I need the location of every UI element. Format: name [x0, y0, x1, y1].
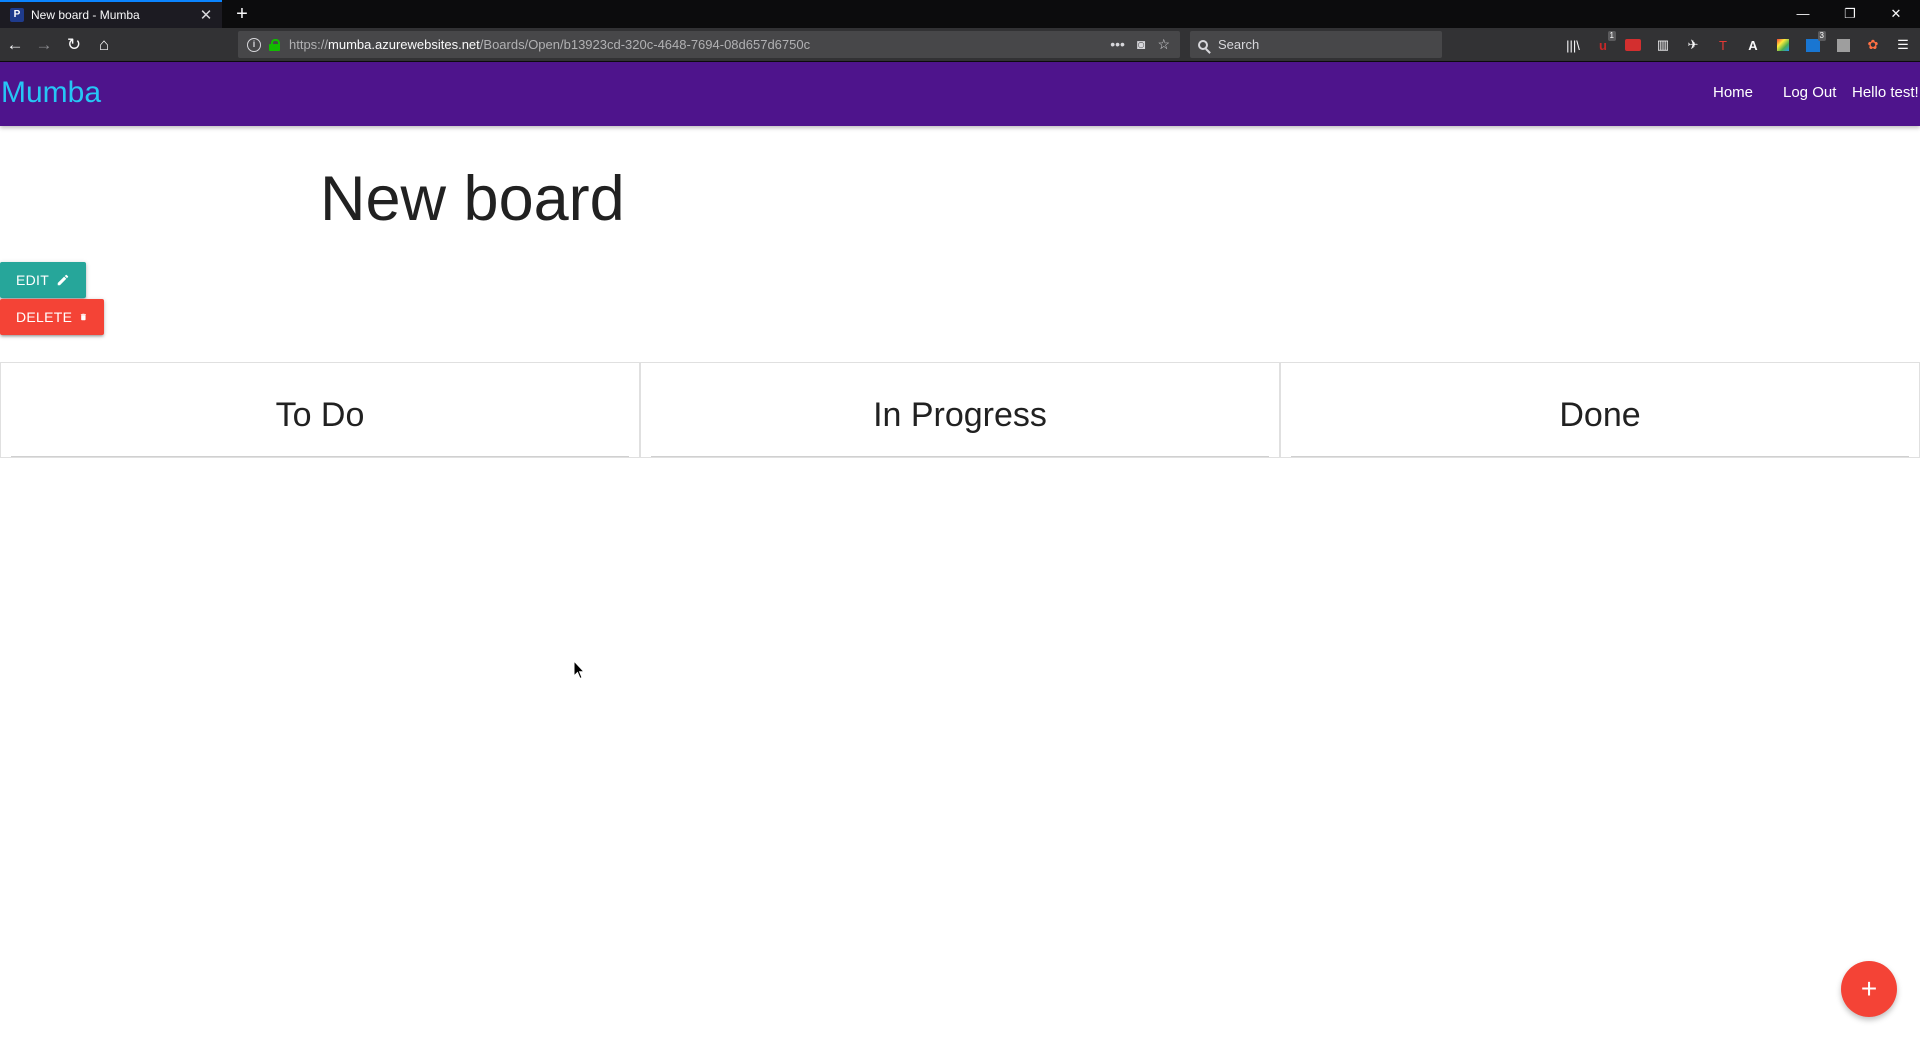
pencil-icon: [57, 274, 69, 286]
column-divider: [1291, 456, 1909, 457]
secure-lock-icon: [269, 38, 280, 51]
page-actions-menu-icon[interactable]: •••: [1110, 36, 1125, 53]
tab-close-icon[interactable]: ✕: [196, 6, 216, 24]
browser-navigation-bar: ← → ↻ ⌂ i https://mumba.azurewebsites.ne…: [0, 28, 1920, 62]
column-title: In Progress: [873, 395, 1047, 434]
browser-toolbar-icons: |||\ u1 ▥ ✈ T A 3 ✿ ☰: [1562, 31, 1914, 56]
back-arrow-icon[interactable]: ←: [2, 32, 28, 58]
outlook-extension-icon[interactable]: 3: [1802, 31, 1826, 56]
t-extension-icon[interactable]: T: [1712, 34, 1734, 56]
column-done: Done: [1280, 362, 1920, 458]
search-input[interactable]: Search: [1190, 31, 1442, 58]
library-icon[interactable]: |||\: [1562, 34, 1584, 56]
ublock-extension-icon[interactable]: u1: [1592, 31, 1616, 56]
home-icon[interactable]: ⌂: [91, 32, 117, 58]
site-favicon-icon: P: [10, 8, 24, 22]
column-divider: [651, 456, 1269, 457]
minimize-window-icon[interactable]: —: [1780, 0, 1826, 28]
restore-window-icon[interactable]: ❐: [1827, 0, 1873, 28]
nav-greeting-link[interactable]: Hello test!: [1852, 84, 1919, 101]
close-window-icon[interactable]: ✕: [1873, 0, 1919, 28]
page-title: New board: [320, 164, 625, 234]
new-tab-button[interactable]: +: [230, 2, 254, 26]
site-info-icon[interactable]: i: [247, 37, 261, 52]
column-in-progress: In Progress: [640, 362, 1280, 458]
delete-board-button[interactable]: DELETE: [0, 299, 104, 335]
mouse-cursor-icon: [573, 660, 585, 680]
brand-logo[interactable]: Mumba: [1, 76, 101, 110]
nav-home-link[interactable]: Home: [1713, 84, 1753, 101]
delete-button-label: DELETE: [16, 309, 73, 325]
tab-title: New board - Mumba: [31, 8, 140, 22]
url-text[interactable]: https://mumba.azurewebsites.net/Boards/O…: [289, 37, 1110, 52]
search-placeholder: Search: [1218, 37, 1260, 52]
hamburger-menu-icon[interactable]: ☰: [1892, 34, 1914, 56]
extension-icon[interactable]: ✈: [1682, 34, 1704, 56]
board-columns: To Do In Progress Done: [0, 362, 1920, 458]
browser-tab-strip: P New board - Mumba ✕ + — ❐ ✕: [0, 0, 1920, 28]
nav-logout-link[interactable]: Log Out: [1783, 84, 1836, 101]
column-title: To Do: [275, 395, 365, 434]
column-todo: To Do: [0, 362, 640, 458]
add-card-fab-button[interactable]: +: [1841, 961, 1897, 1017]
column-title: Done: [1559, 395, 1641, 434]
trash-icon: [81, 313, 87, 321]
edit-button-label: EDIT: [16, 272, 50, 288]
bookmark-star-icon[interactable]: ☆: [1157, 36, 1170, 53]
site-header: Mumba Home Log Out Hello test!: [0, 62, 1920, 126]
fox-extension-icon[interactable]: ✿: [1862, 34, 1884, 56]
pocket-icon[interactable]: ◙: [1137, 36, 1145, 53]
lastpass-extension-icon[interactable]: [1622, 34, 1644, 56]
a-extension-icon[interactable]: A: [1742, 34, 1764, 56]
forward-arrow-icon[interactable]: →: [31, 32, 57, 58]
search-icon: [1198, 39, 1208, 50]
edit-board-button[interactable]: EDIT: [0, 262, 86, 298]
address-bar[interactable]: i https://mumba.azurewebsites.net/Boards…: [238, 31, 1180, 58]
color-picker-extension-icon[interactable]: [1772, 34, 1794, 56]
reload-icon[interactable]: ↻: [61, 32, 87, 58]
sidebar-icon[interactable]: ▥: [1652, 34, 1674, 56]
browser-tab-active[interactable]: P New board - Mumba ✕: [0, 0, 222, 28]
column-divider: [11, 456, 629, 457]
screenshot-extension-icon[interactable]: [1832, 34, 1854, 56]
